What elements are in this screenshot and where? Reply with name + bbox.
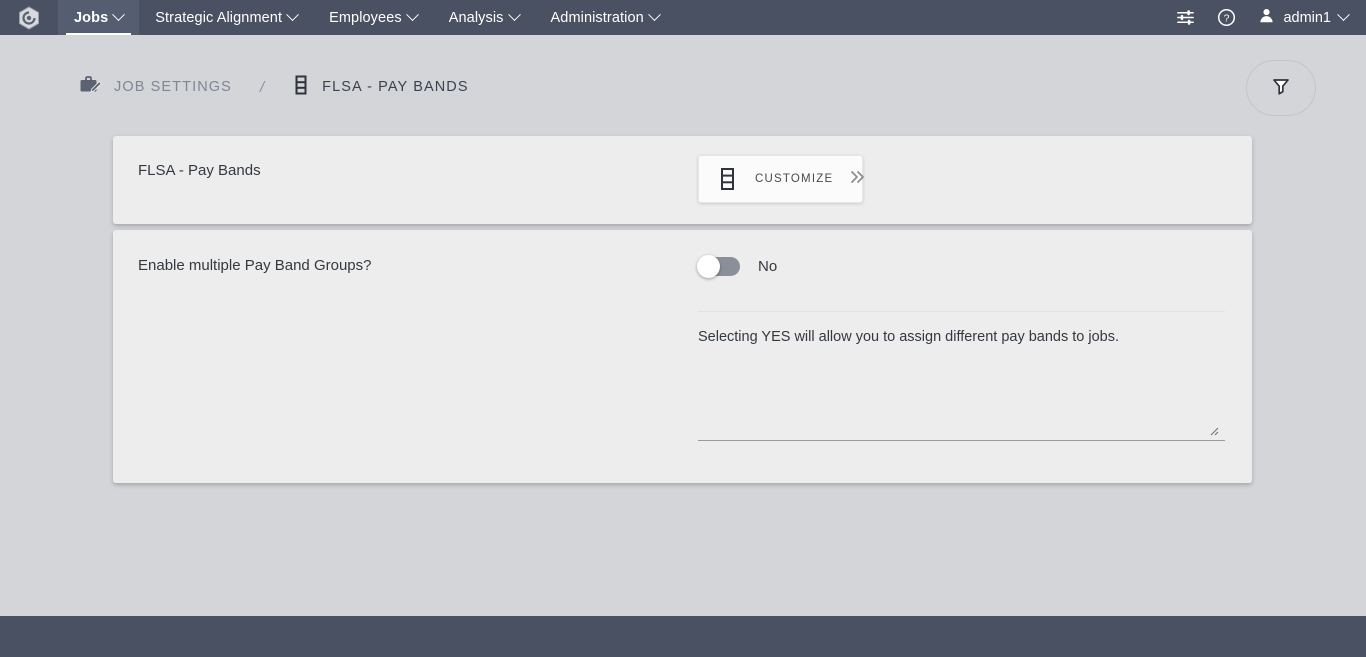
sliders-icon[interactable] [1176,8,1195,27]
pay-bands-title-card: FLSA - Pay Bands CUSTOMIZE [113,136,1252,224]
footer-bar [0,616,1366,657]
double-chevron-right-icon [849,170,867,189]
hexagon-logo-icon [18,5,40,30]
breadcrumb: JOB SETTINGS / FLSA - PAY BANDS [78,70,469,104]
chevron-down-icon [1337,8,1350,22]
enable-pay-band-groups-toggle[interactable] [697,255,740,278]
nav-item-strategic-alignment[interactable]: Strategic Alignment [139,0,313,35]
user-menu[interactable]: admin1 [1258,7,1350,28]
nav-item-label: Analysis [448,9,504,26]
nav-item-label: Employees [329,9,402,26]
briefcase-edit-icon [78,73,102,102]
pay-bands-icon [717,166,737,192]
chevron-down-icon [112,8,126,22]
description-textarea[interactable] [698,311,1225,441]
page-title: FLSA - Pay Bands [138,162,261,179]
nav-item-administration[interactable]: Administration [535,0,675,35]
customize-button-label: CUSTOMIZE [755,173,834,185]
chevron-down-icon [405,8,419,22]
user-name-label: admin1 [1283,9,1331,26]
toggle-knob [697,255,720,278]
top-bar-actions: ? admin1 [1176,0,1366,35]
nav-item-label: Strategic Alignment [155,9,283,26]
nav-item-label: Jobs [74,9,109,26]
app-logo[interactable] [0,0,58,35]
nav-item-label: Administration [550,9,644,26]
main-menu: Jobs Strategic Alignment Employees Analy… [58,0,675,35]
pay-band-groups-settings-card: Enable multiple Pay Band Groups? No [113,230,1252,483]
svg-text:?: ? [1224,13,1230,24]
breadcrumb-label: FLSA - PAY BANDS [322,79,469,95]
pay-bands-icon [292,73,310,102]
filter-funnel-icon [1271,76,1291,101]
top-navigation-bar: Jobs Strategic Alignment Employees Analy… [0,0,1366,35]
nav-item-analysis[interactable]: Analysis [433,0,535,35]
breadcrumb-label: JOB SETTINGS [114,79,232,95]
toggle-field-label: Enable multiple Pay Band Groups? [138,257,372,274]
enable-pay-band-groups-row: No [697,255,778,278]
chevron-down-icon [647,8,661,22]
filter-button[interactable] [1246,60,1316,116]
nav-item-jobs[interactable]: Jobs [58,0,140,35]
help-circle-icon[interactable]: ? [1217,8,1236,27]
chevron-down-icon [286,8,299,22]
chevron-down-icon [507,8,521,22]
nav-item-employees[interactable]: Employees [313,0,433,35]
customize-button[interactable]: CUSTOMIZE [698,155,865,203]
breadcrumb-separator: / [259,78,265,96]
breadcrumb-item-job-settings[interactable]: JOB SETTINGS [78,73,232,102]
breadcrumb-item-flsa-pay-bands[interactable]: FLSA - PAY BANDS [292,73,469,102]
toggle-value-label: No [758,258,778,275]
user-avatar-icon [1258,7,1275,28]
